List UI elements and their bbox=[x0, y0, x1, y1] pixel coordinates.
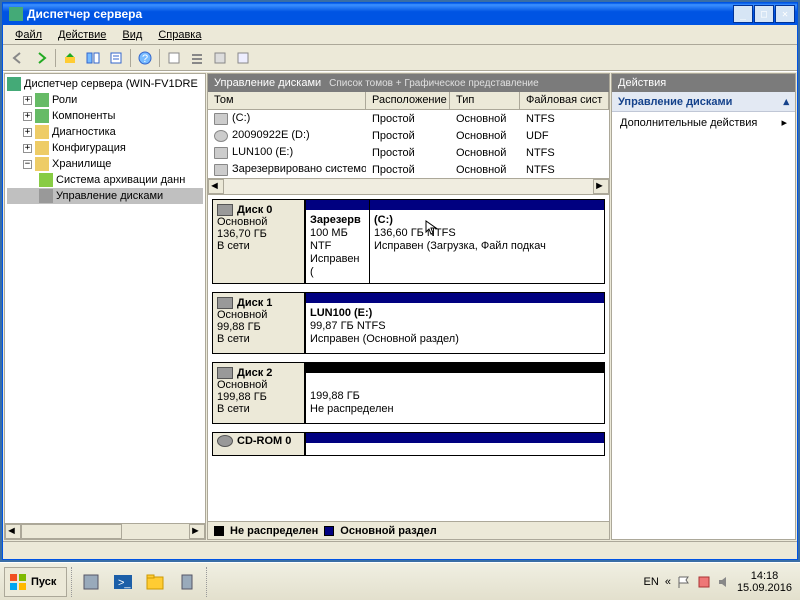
refresh-button[interactable] bbox=[163, 47, 185, 69]
volume-row[interactable]: 20090922E (D:) Простой Основной UDF bbox=[208, 127, 609, 144]
back-button[interactable] bbox=[7, 47, 29, 69]
maximize-button[interactable]: □ bbox=[754, 5, 774, 23]
col-volume[interactable]: Том bbox=[208, 92, 366, 109]
chevron-right-icon: ▸ bbox=[781, 116, 787, 129]
menu-action[interactable]: Действие bbox=[50, 27, 114, 43]
partition-unallocated[interactable]: 199,88 ГБНе распределен bbox=[305, 363, 604, 423]
up-button[interactable] bbox=[59, 47, 81, 69]
statusbar bbox=[3, 541, 797, 559]
app-shortcut[interactable] bbox=[172, 567, 202, 597]
cdrom-icon bbox=[217, 435, 233, 447]
settings-button[interactable] bbox=[209, 47, 231, 69]
properties-button[interactable] bbox=[105, 47, 127, 69]
windows-logo-icon bbox=[9, 573, 27, 591]
actions-more[interactable]: Дополнительные действия ▸ bbox=[612, 112, 795, 133]
partition-c[interactable]: (C:)136,60 ГБ NTFSИсправен (Загрузка, Фа… bbox=[369, 200, 604, 283]
explorer-shortcut[interactable] bbox=[140, 567, 170, 597]
pane-header: Управление дисками Список томов + Графич… bbox=[208, 74, 609, 92]
quick-launch: >_ bbox=[71, 567, 207, 597]
app-icon bbox=[9, 7, 23, 21]
disk-row-0[interactable]: Диск 0 Основной 136,70 ГБ В сети Зарезер… bbox=[212, 199, 605, 284]
tree-roles[interactable]: +Роли bbox=[7, 92, 203, 108]
main-area: Диспетчер сервера (WIN-FV1DRE +Роли +Ком… bbox=[3, 71, 797, 541]
tree-components[interactable]: +Компоненты bbox=[7, 108, 203, 124]
show-hide-button[interactable] bbox=[82, 47, 104, 69]
disc-icon bbox=[214, 130, 228, 142]
disk-icon bbox=[217, 367, 233, 379]
legend: Не распределен Основной раздел bbox=[208, 521, 609, 539]
volume-row[interactable]: LUN100 (E:) Простой Основной NTFS bbox=[208, 144, 609, 161]
forward-button[interactable] bbox=[30, 47, 52, 69]
volume-row[interactable]: Зарезервировано системой Простой Основно… bbox=[208, 161, 609, 178]
tree-root[interactable]: Диспетчер сервера (WIN-FV1DRE bbox=[7, 76, 203, 92]
volume-icon bbox=[214, 113, 228, 125]
tray-chevron-icon[interactable]: « bbox=[665, 576, 671, 588]
disk-row-cdrom[interactable]: CD-ROM 0 bbox=[212, 432, 605, 456]
actions-pane: Действия Управление дисками ▴ Дополнител… bbox=[611, 73, 796, 540]
collapse-arrow-icon: ▴ bbox=[783, 95, 789, 108]
language-indicator[interactable]: EN bbox=[644, 576, 659, 588]
volume-row[interactable]: (C:) Простой Основной NTFS bbox=[208, 110, 609, 127]
start-button[interactable]: Пуск bbox=[4, 567, 67, 597]
volume-list: Том Расположение Тип Файловая сист (C:) … bbox=[208, 92, 609, 195]
col-type[interactable]: Тип bbox=[450, 92, 520, 109]
tree-disk-management[interactable]: Управление дисками bbox=[7, 188, 203, 204]
disk-row-1[interactable]: Диск 1 Основной 99,88 ГБ В сети LUN100 (… bbox=[212, 292, 605, 354]
volume-icon bbox=[214, 164, 228, 176]
svg-text:?: ? bbox=[142, 53, 148, 65]
scroll-left-button[interactable]: ◄ bbox=[5, 524, 21, 539]
powershell-shortcut[interactable]: >_ bbox=[108, 567, 138, 597]
menu-file[interactable]: Файл bbox=[7, 27, 50, 43]
tree-pane: Диспетчер сервера (WIN-FV1DRE +Роли +Ком… bbox=[4, 73, 206, 540]
scroll-right-button[interactable]: ► bbox=[593, 179, 609, 194]
tree-diagnostics[interactable]: +Диагностика bbox=[7, 124, 203, 140]
window-title: Диспетчер сервера bbox=[27, 7, 733, 21]
server-manager-window: Диспетчер сервера _ □ ✕ Файл Действие Ви… bbox=[2, 2, 798, 560]
tree-hscrollbar[interactable]: ◄ ► bbox=[5, 523, 205, 539]
svg-text:>_: >_ bbox=[118, 577, 131, 589]
volume-icon[interactable] bbox=[717, 575, 731, 589]
flag-icon[interactable] bbox=[677, 575, 691, 589]
menu-help[interactable]: Справка bbox=[150, 27, 209, 43]
tree-storage[interactable]: −Хранилище bbox=[7, 156, 203, 172]
scroll-left-button[interactable]: ◄ bbox=[208, 179, 224, 194]
help-button[interactable]: ? bbox=[134, 47, 156, 69]
col-filesystem[interactable]: Файловая сист bbox=[520, 92, 609, 109]
tree-backup[interactable]: Система архивации данн bbox=[7, 172, 203, 188]
legend-label-unallocated: Не распределен bbox=[230, 525, 318, 537]
titlebar[interactable]: Диспетчер сервера _ □ ✕ bbox=[3, 3, 797, 25]
disk-icon bbox=[217, 297, 233, 309]
close-button[interactable]: ✕ bbox=[775, 5, 795, 23]
menubar: Файл Действие Вид Справка bbox=[3, 25, 797, 45]
partition-e[interactable]: LUN100 (E:)99,87 ГБ NTFSИсправен (Основн… bbox=[305, 293, 604, 353]
disk-management-pane: Управление дисками Список томов + Графич… bbox=[207, 73, 610, 540]
server-manager-shortcut[interactable] bbox=[76, 567, 106, 597]
menu-view[interactable]: Вид bbox=[114, 27, 150, 43]
legend-swatch-primary bbox=[324, 526, 334, 536]
disk-icon bbox=[217, 204, 233, 216]
system-tray: EN « 14:18 15.09.2016 bbox=[640, 570, 796, 594]
legend-label-primary: Основной раздел bbox=[340, 525, 437, 537]
toolbar: ? bbox=[3, 45, 797, 71]
tray-icon[interactable] bbox=[697, 575, 711, 589]
tree-configuration[interactable]: +Конфигурация bbox=[7, 140, 203, 156]
col-layout[interactable]: Расположение bbox=[366, 92, 450, 109]
actions-section[interactable]: Управление дисками ▴ bbox=[612, 92, 795, 112]
clock[interactable]: 14:18 15.09.2016 bbox=[737, 570, 792, 594]
disk-row-2[interactable]: Диск 2 Основной 199,88 ГБ В сети 199,88 … bbox=[212, 362, 605, 424]
extra-button[interactable] bbox=[232, 47, 254, 69]
legend-swatch-unallocated bbox=[214, 526, 224, 536]
volume-icon bbox=[214, 147, 228, 159]
actions-header: Действия bbox=[612, 74, 795, 92]
taskbar: Пуск >_ EN « 14:18 15.09.2016 bbox=[0, 562, 800, 600]
scroll-right-button[interactable]: ► bbox=[189, 524, 205, 539]
list-view-button[interactable] bbox=[186, 47, 208, 69]
volumes-hscrollbar[interactable]: ◄ ► bbox=[208, 178, 609, 194]
graphical-view: Диск 0 Основной 136,70 ГБ В сети Зарезер… bbox=[208, 195, 609, 521]
partition-reserved[interactable]: Зарезерв100 МБ NTFИсправен ( bbox=[305, 200, 369, 283]
minimize-button[interactable]: _ bbox=[733, 5, 753, 23]
